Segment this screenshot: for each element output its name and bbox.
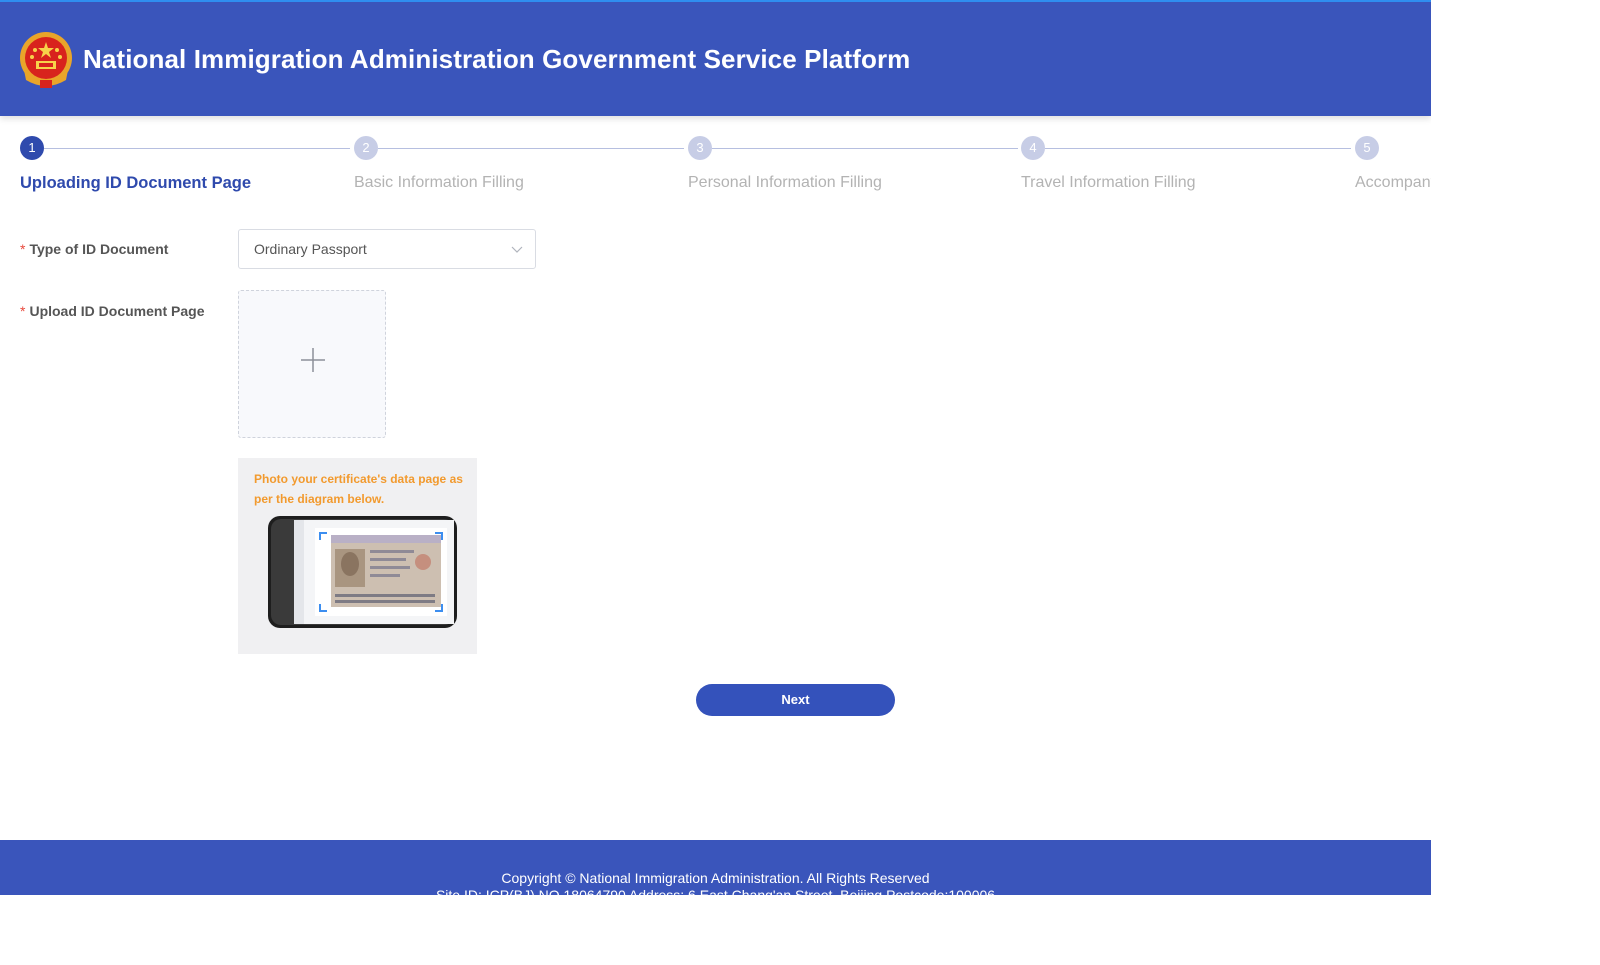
footer-copyright: Copyright © National Immigration Adminis… [501, 870, 930, 886]
page: National Immigration Administration Gove… [0, 0, 1431, 895]
step-connector [44, 148, 350, 149]
step-connector [712, 148, 1018, 149]
next-button[interactable]: Next [696, 684, 895, 716]
step-label: Uploading ID Document Page [20, 174, 252, 192]
step-number: 2 [354, 136, 378, 160]
step-label: Personal Information Filling [688, 174, 882, 191]
step-number: 1 [20, 136, 44, 160]
site-title: National Immigration Administration Gove… [83, 44, 911, 74]
step-number: 5 [1355, 136, 1379, 160]
step-number: 3 [688, 136, 712, 160]
national-emblem-icon [20, 32, 72, 88]
photo-hint-box: Photo your certificate's data page as pe… [238, 458, 477, 654]
footer-site-info: Site ID: ICP(BJ) NO.18064790 Address: 6 … [435, 887, 996, 895]
required-mark: * [20, 303, 26, 319]
step-number: 4 [1021, 136, 1045, 160]
required-mark: * [20, 241, 26, 257]
chevron-down-icon [511, 246, 523, 253]
upload-label: * Upload ID Document Page [20, 303, 204, 319]
upload-dropzone[interactable] [238, 290, 386, 438]
step-connector [1045, 148, 1351, 149]
doc-type-label: * Type of ID Document [20, 241, 168, 257]
photo-hint-text: Photo your certificate's data page as pe… [254, 472, 463, 506]
step-progress: 1 Uploading ID Document Page 2 Basic Inf… [0, 136, 1431, 206]
site-header: National Immigration Administration Gove… [0, 0, 1431, 116]
step-label: Basic Information Filling [354, 174, 524, 191]
doc-type-select[interactable]: Ordinary Passport [238, 229, 536, 269]
step-label: Travel Information Filling [1021, 174, 1196, 191]
site-footer: Copyright © National Immigration Adminis… [0, 840, 1431, 895]
passport-photo-diagram [268, 516, 457, 628]
doc-type-selected-value: Ordinary Passport [254, 241, 367, 257]
doc-type-label-text: Type of ID Document [29, 241, 169, 257]
plus-icon [301, 348, 325, 372]
step-label: Accompanyi [1355, 174, 1431, 191]
upload-label-text: Upload ID Document Page [29, 303, 205, 319]
step-connector [378, 148, 684, 149]
